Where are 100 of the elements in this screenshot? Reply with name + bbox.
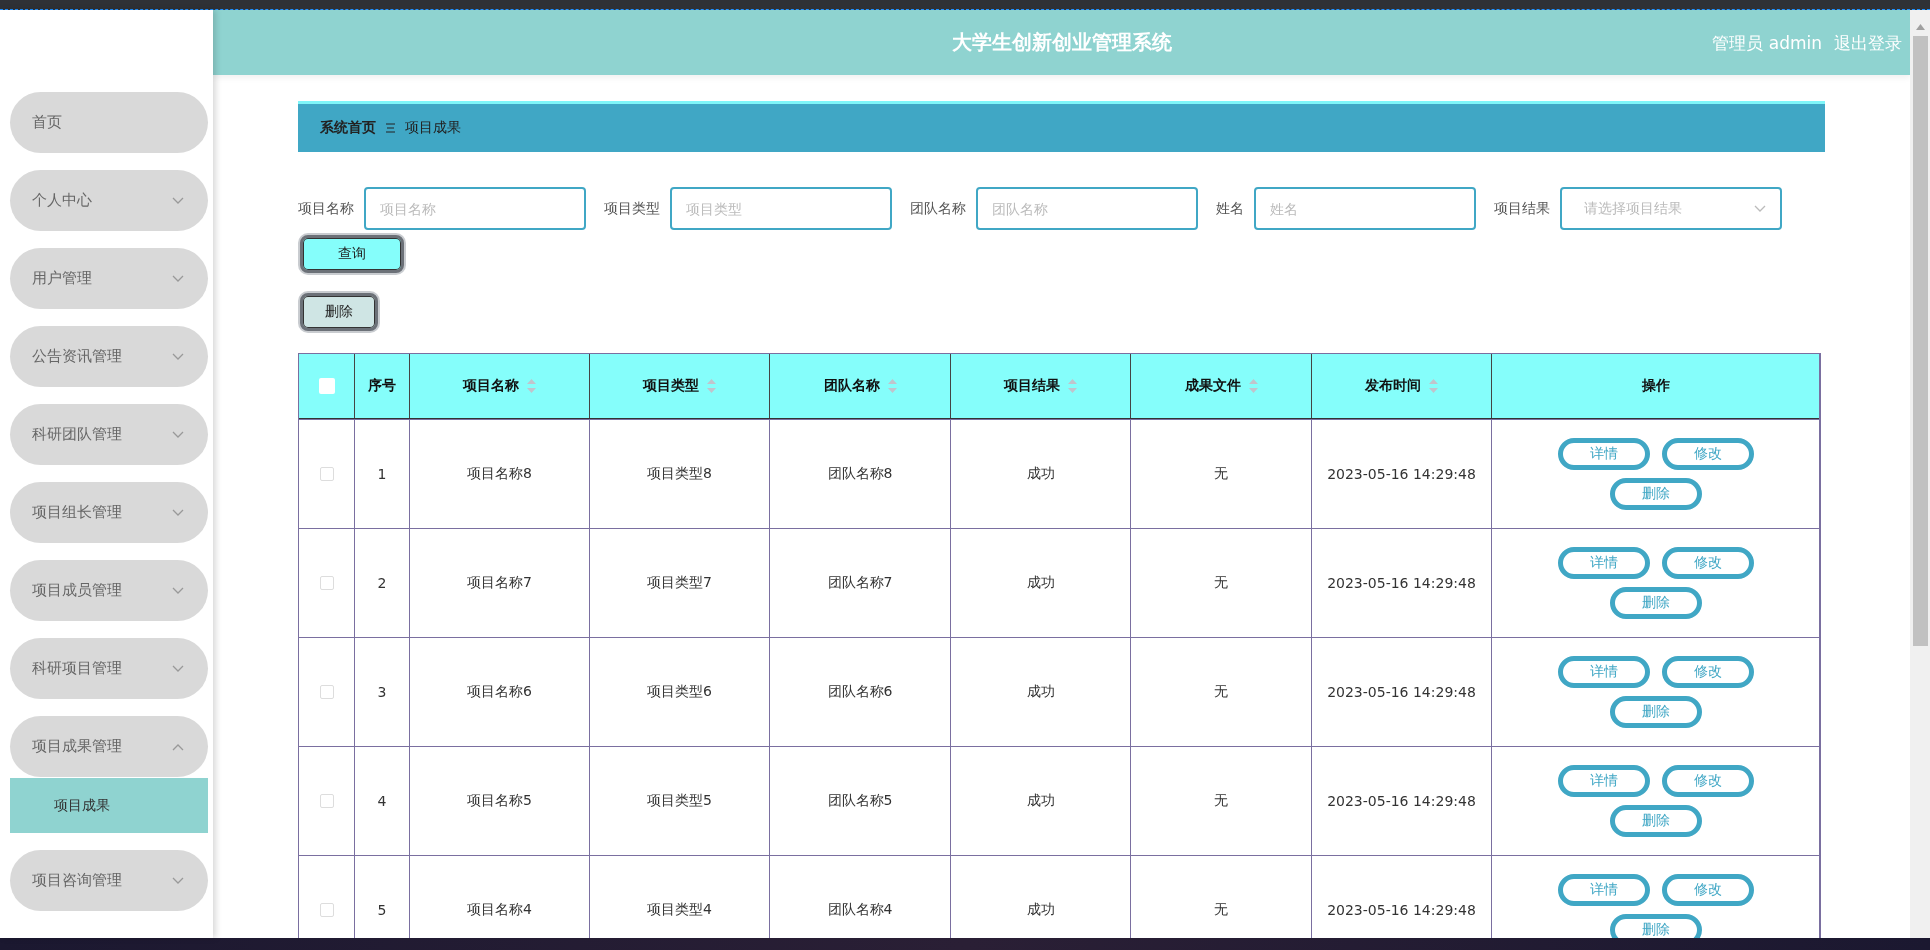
input-field[interactable]: 团队名称 bbox=[976, 187, 1198, 230]
table-cell: 3 bbox=[377, 684, 387, 700]
table-cell: 成功 bbox=[1026, 574, 1055, 592]
sort-icon[interactable] bbox=[527, 379, 536, 393]
checkbox[interactable] bbox=[319, 685, 334, 699]
menu-item[interactable]: 项目成果管理 bbox=[10, 716, 208, 777]
column-header: 团队名称 bbox=[823, 377, 880, 395]
menu-item[interactable]: 科研团队管理 bbox=[10, 404, 208, 465]
action-button[interactable]: 删除 bbox=[1609, 696, 1702, 728]
column-header: 项目类型 bbox=[643, 377, 699, 395]
column-header: 序号 bbox=[368, 377, 396, 395]
action-button[interactable]: 详情 bbox=[1557, 765, 1650, 797]
chevron-icon bbox=[172, 742, 184, 751]
sort-icon[interactable] bbox=[1248, 379, 1258, 393]
table-cell: 成功 bbox=[1026, 465, 1055, 483]
table-cell: 无 bbox=[1214, 574, 1228, 592]
table-cell: 无 bbox=[1214, 465, 1228, 483]
menu-item[interactable]: 用户管理 bbox=[10, 248, 208, 309]
chevron-icon bbox=[172, 196, 184, 205]
action-button[interactable]: 修改 bbox=[1661, 438, 1754, 470]
action-button[interactable]: 详情 bbox=[1557, 874, 1650, 906]
checkbox[interactable] bbox=[319, 576, 334, 590]
menu-item[interactable]: 公告资讯管理 bbox=[10, 326, 208, 387]
chevron-icon bbox=[172, 508, 184, 517]
table-cell: 成功 bbox=[1026, 792, 1055, 810]
select-field[interactable]: 请选择项目结果 bbox=[1560, 187, 1782, 230]
filter-label: 团队名称 bbox=[910, 199, 966, 218]
action-button[interactable]: 删除 bbox=[1609, 587, 1702, 619]
table-cell: 2023-05-16 14:29:48 bbox=[1327, 902, 1476, 918]
action-button[interactable]: 详情 bbox=[1557, 656, 1650, 688]
column-header: 项目结果 bbox=[1004, 377, 1060, 395]
sort-icon[interactable] bbox=[707, 379, 716, 393]
menu-item[interactable]: 首页 bbox=[10, 92, 208, 153]
table-cell: 成功 bbox=[1026, 901, 1055, 919]
delete-button[interactable]: 删除 bbox=[300, 293, 378, 331]
chevron-icon bbox=[172, 352, 184, 361]
sort-icon[interactable] bbox=[1429, 379, 1438, 393]
checkbox[interactable] bbox=[319, 903, 334, 917]
menu-item[interactable]: 个人中心 bbox=[10, 170, 208, 231]
table-cell: 项目类型6 bbox=[647, 683, 712, 701]
input-field[interactable]: 项目名称 bbox=[364, 187, 586, 230]
breadcrumb-current: 项目成果 bbox=[405, 119, 461, 137]
menu-item[interactable]: 科研项目管理 bbox=[10, 638, 208, 699]
menu-item[interactable]: 项目成员管理 bbox=[10, 560, 208, 621]
sort-icon[interactable] bbox=[1068, 379, 1077, 393]
action-button[interactable]: 删除 bbox=[1609, 805, 1702, 837]
table-cell: 团队名称8 bbox=[827, 465, 893, 483]
action-button[interactable]: 修改 bbox=[1661, 765, 1754, 797]
column-header: 项目名称 bbox=[463, 377, 519, 395]
table-cell: 项目类型5 bbox=[647, 792, 712, 810]
action-button[interactable]: 详情 bbox=[1557, 547, 1650, 579]
table-cell: 团队名称6 bbox=[827, 683, 893, 701]
breadcrumb-link[interactable]: 系统首页 bbox=[320, 119, 376, 137]
table-cell: 4 bbox=[377, 793, 387, 809]
sort-icon[interactable] bbox=[887, 379, 897, 393]
action-button[interactable]: 删除 bbox=[1609, 478, 1702, 510]
table-cell: 2 bbox=[377, 575, 387, 591]
checkbox[interactable] bbox=[319, 794, 334, 808]
menu-item[interactable]: 项目组长管理 bbox=[10, 482, 208, 543]
table-cell: 2023-05-16 14:29:48 bbox=[1327, 793, 1476, 809]
table-cell: 项目名称5 bbox=[467, 792, 532, 810]
app-title: 大学生创新创业管理系统 bbox=[951, 29, 1172, 56]
checkbox[interactable] bbox=[319, 467, 334, 481]
separator-icon bbox=[386, 123, 395, 133]
table-cell: 项目名称7 bbox=[467, 574, 532, 592]
action-button[interactable]: 删除 bbox=[1609, 914, 1702, 938]
action-button[interactable]: 详情 bbox=[1557, 438, 1650, 470]
menu-item[interactable]: 项目咨询管理 bbox=[10, 850, 208, 911]
table-cell: 2023-05-16 14:29:48 bbox=[1327, 575, 1476, 591]
table-cell: 1 bbox=[377, 466, 387, 482]
filter-label: 项目结果 bbox=[1494, 199, 1550, 218]
table-cell: 成功 bbox=[1026, 683, 1055, 701]
table-cell: 项目名称6 bbox=[467, 683, 532, 701]
query-button[interactable]: 查询 bbox=[300, 235, 404, 273]
table-cell: 2023-05-16 14:29:48 bbox=[1327, 684, 1476, 700]
column-header: 操作 bbox=[1641, 377, 1670, 395]
action-button[interactable]: 修改 bbox=[1661, 547, 1754, 579]
table-cell: 无 bbox=[1214, 901, 1228, 919]
table-cell: 项目名称8 bbox=[467, 465, 532, 483]
logout-link[interactable]: 退出登录 bbox=[1834, 32, 1902, 55]
table-cell: 项目类型4 bbox=[647, 901, 712, 919]
chevron-icon bbox=[172, 430, 184, 439]
action-button[interactable]: 修改 bbox=[1661, 656, 1754, 688]
table-cell: 2023-05-16 14:29:48 bbox=[1327, 466, 1476, 482]
table-cell: 团队名称5 bbox=[827, 792, 893, 810]
action-button[interactable]: 修改 bbox=[1661, 874, 1754, 906]
column-header: 成果文件 bbox=[1184, 377, 1241, 395]
submenu-item[interactable]: 项目成果 bbox=[10, 778, 208, 833]
chevron-icon bbox=[172, 274, 184, 283]
chevron-icon bbox=[172, 664, 184, 673]
scroll-thumb[interactable] bbox=[1912, 36, 1928, 646]
input-field[interactable]: 姓名 bbox=[1254, 187, 1476, 230]
scroll-up-icon[interactable] bbox=[1915, 24, 1925, 30]
input-field[interactable]: 项目类型 bbox=[670, 187, 892, 230]
table-cell: 无 bbox=[1214, 683, 1228, 701]
checkbox[interactable] bbox=[318, 378, 335, 394]
scrollbar[interactable] bbox=[1910, 10, 1930, 938]
chevron-icon bbox=[172, 586, 184, 595]
table-cell: 无 bbox=[1214, 792, 1228, 810]
filter-label: 项目名称 bbox=[298, 199, 354, 218]
